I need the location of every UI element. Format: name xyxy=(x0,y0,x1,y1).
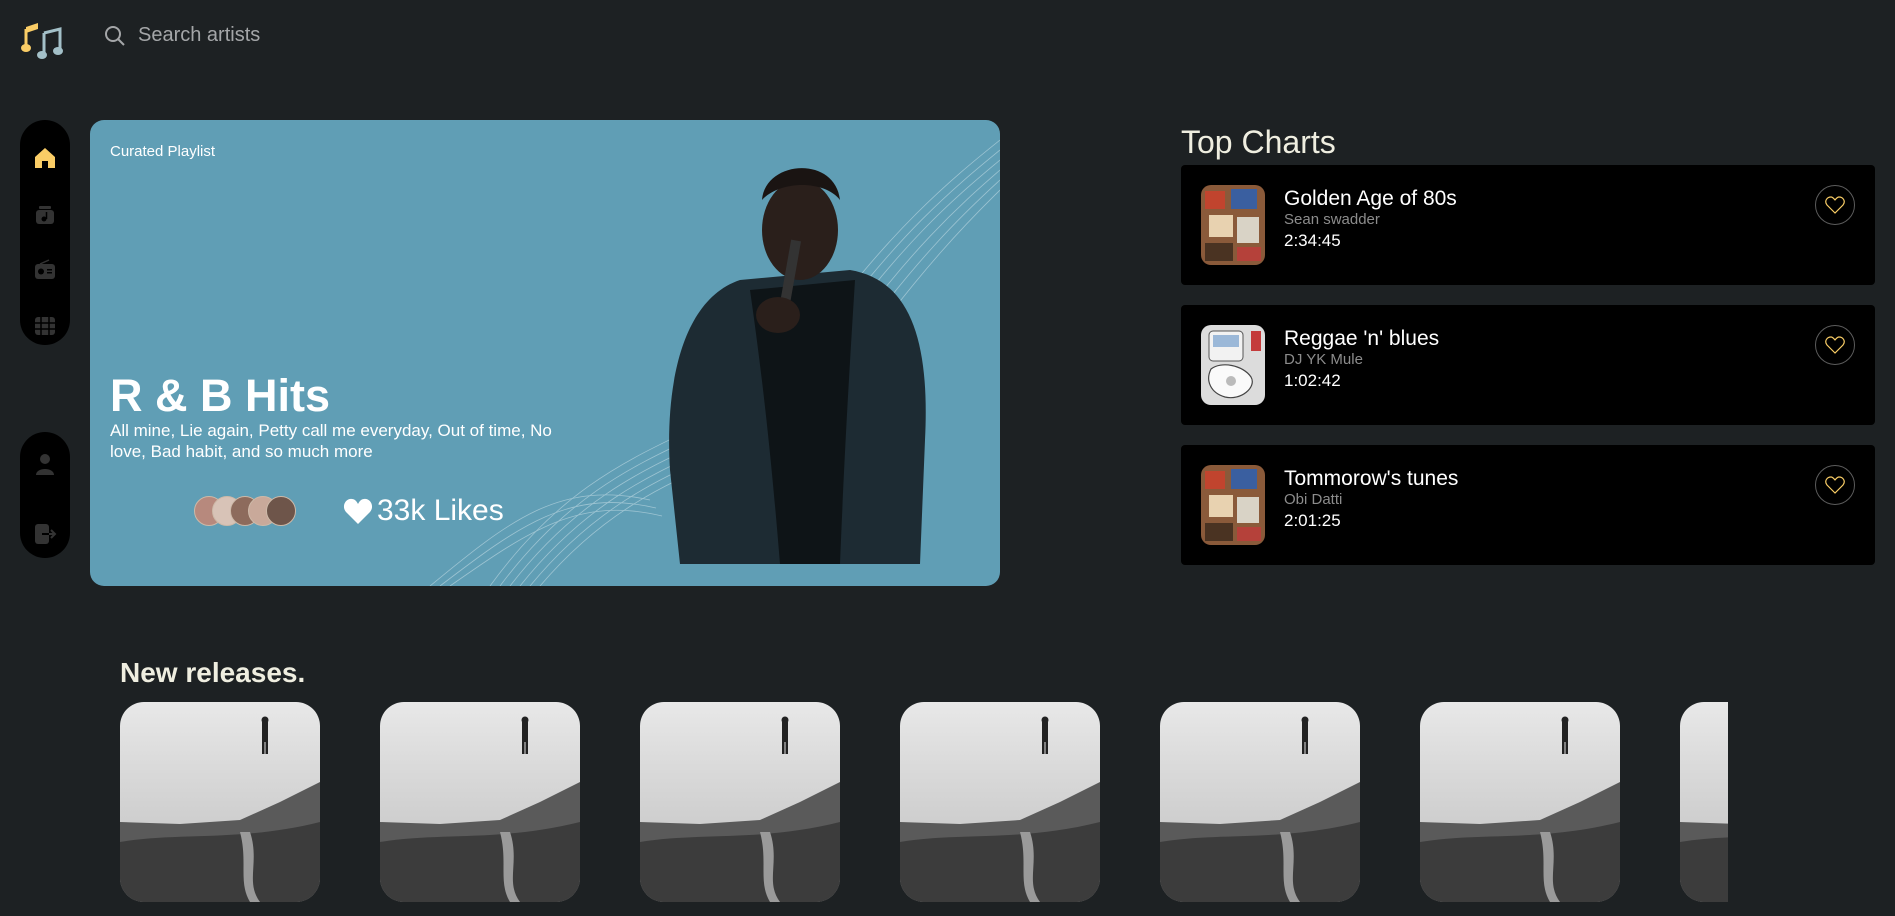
sidebar-item-logout[interactable] xyxy=(27,516,63,552)
chart-cover-image xyxy=(1201,465,1265,545)
home-icon xyxy=(35,148,55,168)
chart-name: Golden Age of 80s xyxy=(1284,187,1457,210)
chart-duration: 2:34:45 xyxy=(1284,231,1341,250)
artist-image xyxy=(669,168,926,564)
release-item[interactable] xyxy=(1680,702,1728,902)
release-cover-image xyxy=(640,702,840,902)
chart-cover-image xyxy=(1201,185,1265,265)
release-item[interactable] xyxy=(640,702,840,902)
curated-playlist-hero[interactable]: Curated Playlist R & B Hits All mine, Li… xyxy=(90,120,1000,586)
sidebar-item-my-collection[interactable] xyxy=(27,196,63,232)
heart-icon xyxy=(343,498,373,524)
chart-name: Reggae 'n' blues xyxy=(1284,327,1440,350)
release-cover-image xyxy=(1160,702,1360,902)
release-item[interactable] xyxy=(900,702,1100,902)
release-item[interactable] xyxy=(1420,702,1620,902)
sidebar-main-nav xyxy=(20,120,70,345)
chart-artist: Obi Datti xyxy=(1284,491,1343,508)
chart-name: Tommorow's tunes xyxy=(1284,467,1459,490)
release-cover-image xyxy=(1680,702,1728,902)
new-releases-title: New releases. xyxy=(120,657,306,688)
top-charts-title: Top Charts xyxy=(1181,124,1336,160)
chart-item[interactable]: Reggae 'n' blues DJ YK Mule 1:02:42 xyxy=(1181,305,1875,425)
chart-duration: 2:01:25 xyxy=(1284,511,1341,530)
video-icon xyxy=(35,317,55,335)
sidebar-item-radio[interactable] xyxy=(27,252,63,288)
avatar xyxy=(266,496,296,526)
chart-cover-image xyxy=(1201,325,1265,405)
search-icon xyxy=(105,25,125,46)
chart-artist: DJ YK Mule xyxy=(1284,351,1363,368)
music-library-icon xyxy=(36,206,54,224)
release-cover-image xyxy=(120,702,320,902)
music-note-icon[interactable] xyxy=(20,17,64,61)
heart-outline-icon xyxy=(1825,336,1845,354)
chart-item[interactable]: Golden Age of 80s Sean swadder 2:34:45 xyxy=(1181,165,1875,285)
likes-label: 33k Likes xyxy=(377,494,504,527)
search-bar[interactable] xyxy=(104,24,498,47)
like-button[interactable] xyxy=(1815,185,1855,225)
chart-duration: 1:02:42 xyxy=(1284,371,1341,390)
release-item[interactable] xyxy=(1160,702,1360,902)
listener-avatars xyxy=(194,496,296,526)
radio-icon xyxy=(35,259,55,279)
chart-artist: Sean swadder xyxy=(1284,211,1380,228)
likes-count[interactable]: 33k Likes xyxy=(343,494,504,528)
sidebar-item-profile[interactable] xyxy=(27,446,63,482)
release-cover-image xyxy=(900,702,1100,902)
logout-icon xyxy=(35,524,57,544)
release-cover-image xyxy=(380,702,580,902)
release-item[interactable] xyxy=(120,702,320,902)
hero-tag: Curated Playlist xyxy=(110,143,216,160)
chart-item[interactable]: Tommorow's tunes Obi Datti 2:01:25 xyxy=(1181,445,1875,565)
release-item[interactable] xyxy=(380,702,580,902)
sidebar-user-nav xyxy=(20,432,70,558)
heart-outline-icon xyxy=(1825,196,1845,214)
sidebar-item-videos[interactable] xyxy=(27,308,63,344)
hero-description: All mine, Lie again, Petty call me every… xyxy=(110,421,552,461)
search-input[interactable] xyxy=(138,24,498,47)
new-releases-carousel[interactable] xyxy=(120,702,1728,916)
heart-outline-icon xyxy=(1825,476,1845,494)
like-button[interactable] xyxy=(1815,465,1855,505)
profile-icon xyxy=(36,454,54,475)
sidebar-item-home[interactable] xyxy=(27,140,63,176)
hero-title: R & B Hits xyxy=(110,370,331,421)
release-cover-image xyxy=(1420,702,1620,902)
like-button[interactable] xyxy=(1815,325,1855,365)
